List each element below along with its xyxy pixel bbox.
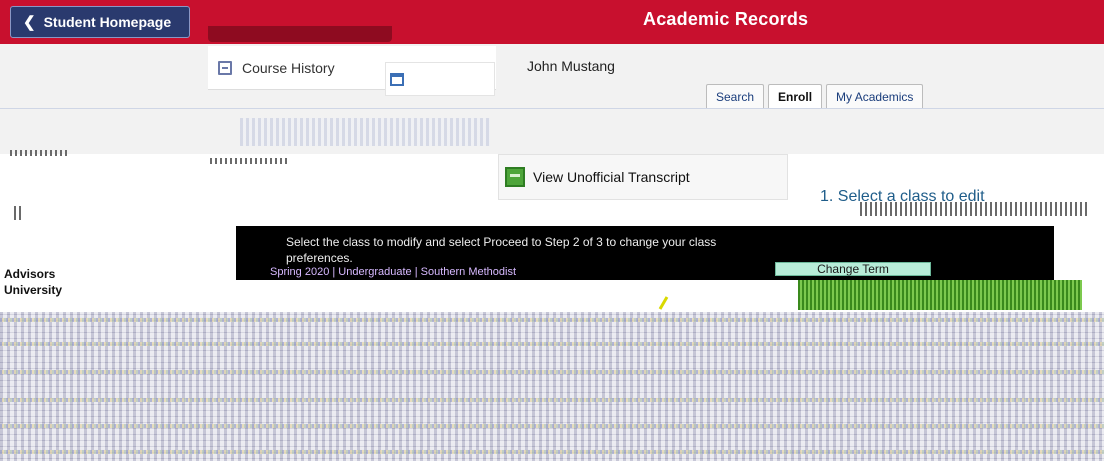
green-status-fill — [798, 280, 1082, 310]
advisors-university: University — [4, 283, 63, 297]
content-area-noise — [0, 312, 1104, 461]
instruction-line-1: Select the class to modify and select Pr… — [286, 235, 717, 249]
section-header-strip — [240, 118, 490, 146]
term-label: Spring 2020 | Undergraduate | Southern M… — [270, 266, 517, 278]
back-button-label: Student Homepage — [43, 14, 172, 30]
green-status-block — [798, 280, 1082, 310]
header-tab-strip — [208, 26, 392, 42]
left-fragment — [10, 150, 70, 156]
student-homepage-button[interactable]: ❮ Student Homepage — [10, 6, 190, 38]
left-fragment — [210, 158, 290, 164]
divider — [0, 108, 1104, 109]
calendar-icon — [390, 72, 404, 86]
change-term-button[interactable]: Change Term — [775, 262, 931, 276]
document-icon — [218, 61, 232, 75]
noise-band — [0, 370, 1104, 374]
advisors-label: Advisors — [4, 267, 56, 281]
app-header: ❮ Student Homepage Academic Records — [0, 0, 1104, 44]
nav-item-label: Course History — [242, 60, 335, 76]
noise-band — [0, 450, 1104, 454]
tab-my-academics[interactable]: My Academics — [826, 84, 924, 108]
noise-band — [0, 424, 1104, 428]
tab-enroll[interactable]: Enroll — [768, 84, 823, 108]
instruction-line-2: preferences. — [286, 251, 353, 265]
cursor-mark — [658, 296, 669, 310]
left-fragment — [14, 206, 24, 220]
nav-item-course-history[interactable]: Course History — [218, 60, 335, 76]
tab-search[interactable]: Search — [706, 84, 765, 108]
instruction-text: Select the class to modify and select Pr… — [286, 234, 756, 266]
noise-band — [0, 342, 1104, 346]
page-title: Academic Records — [643, 9, 809, 29]
transcript-label: View Unofficial Transcript — [533, 169, 690, 185]
chevron-left-icon: ❮ — [23, 13, 36, 31]
view-transcript-link[interactable]: View Unofficial Transcript — [498, 154, 788, 200]
noise-band — [0, 318, 1104, 322]
student-name: John Mustang — [527, 58, 615, 74]
transcript-icon — [505, 167, 525, 187]
noise-band — [0, 398, 1104, 402]
advisors-block: Advisors University — [4, 266, 62, 298]
person-search-card[interactable] — [385, 62, 495, 96]
enrollment-info-band: Select the class to modify and select Pr… — [236, 226, 1054, 280]
step-heading: 1. Select a class to edit — [820, 188, 985, 205]
tab-bar: Search Enroll My Academics — [706, 84, 924, 108]
